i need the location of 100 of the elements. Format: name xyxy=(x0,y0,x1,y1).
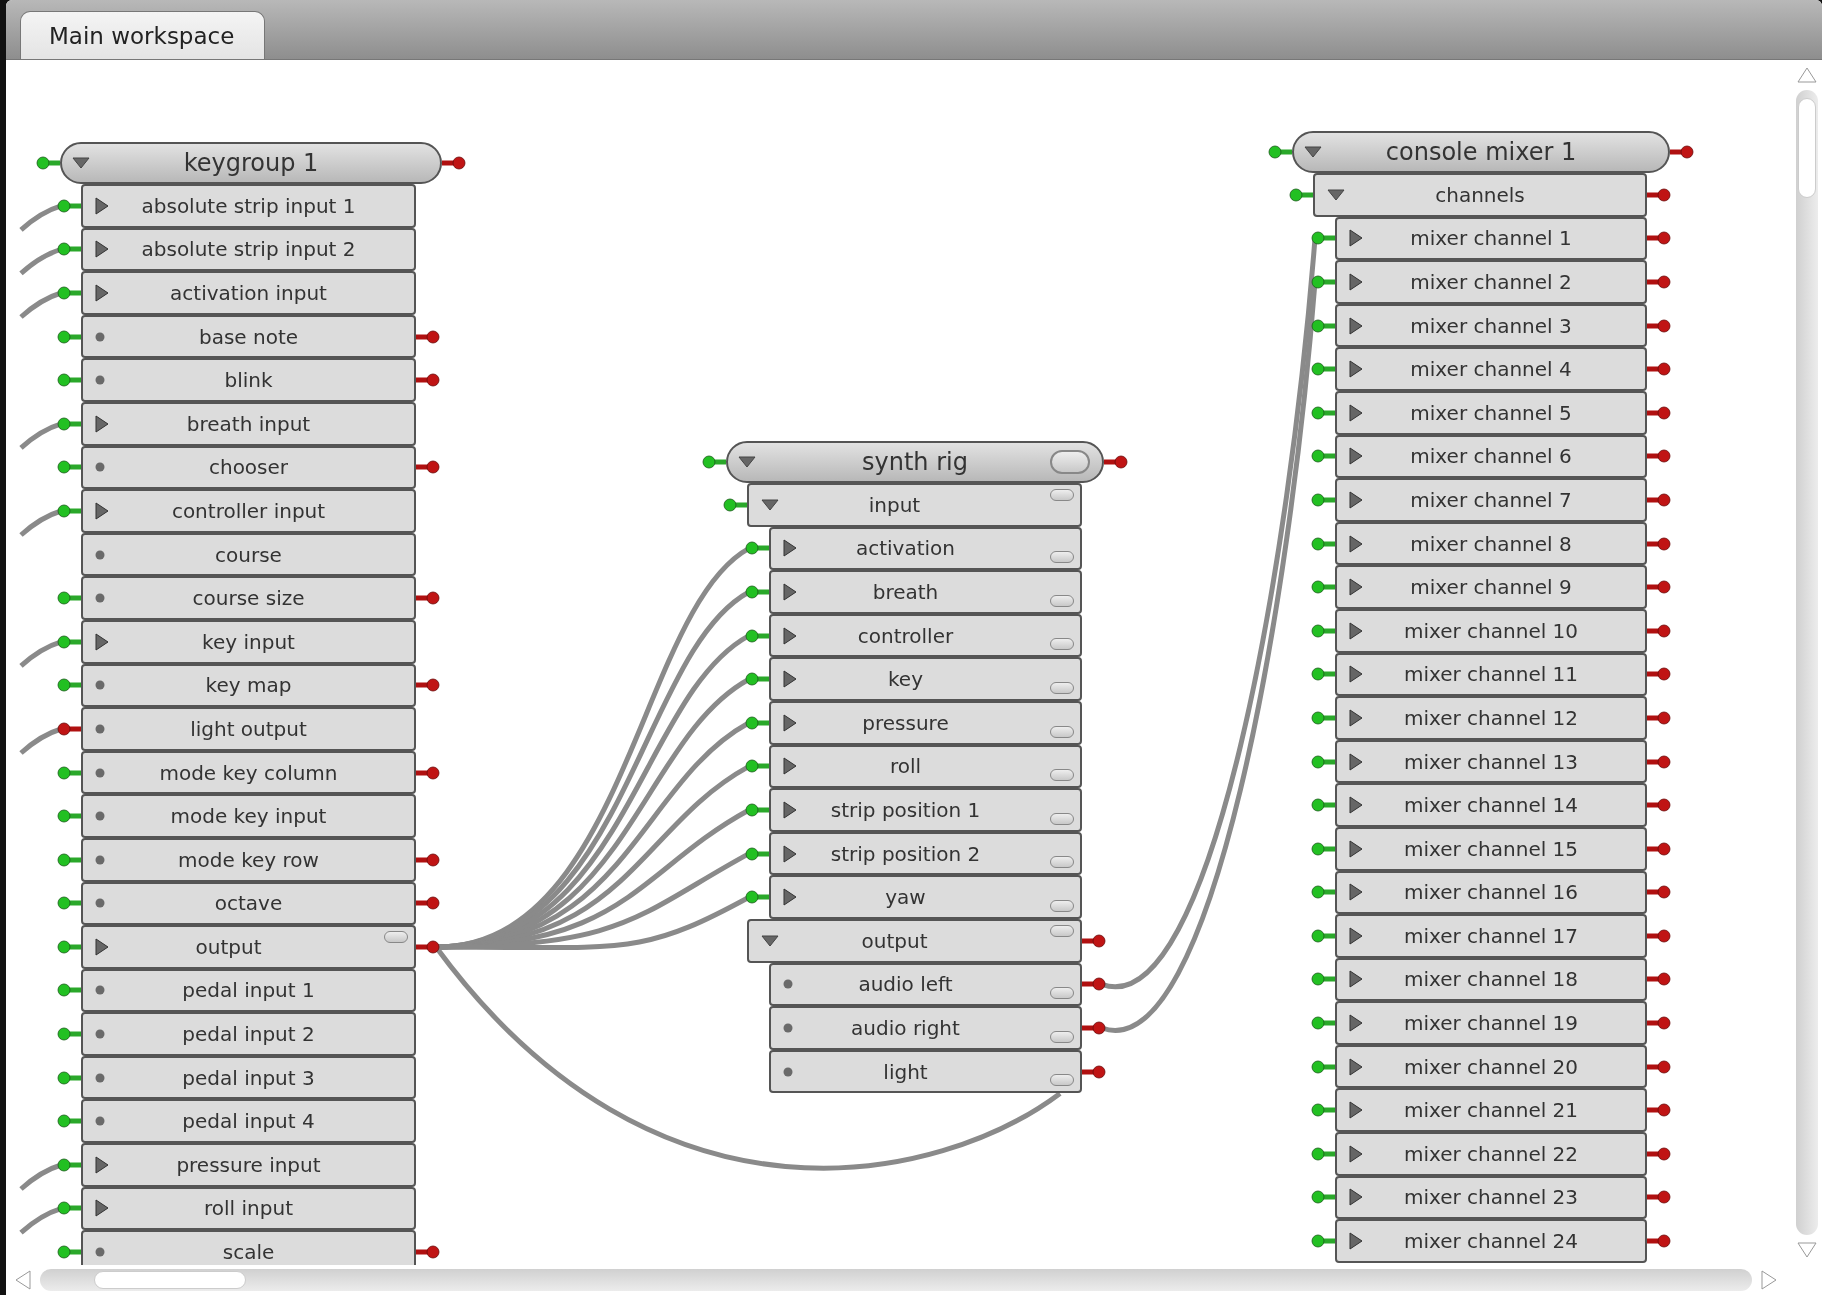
node-row[interactable]: mixer channel 3 xyxy=(1335,303,1647,348)
node-row[interactable]: mixer channel 24 xyxy=(1335,1219,1647,1263)
node-row[interactable]: audio right xyxy=(769,1006,1082,1050)
node-row[interactable]: mixer channel 12 xyxy=(1335,696,1647,740)
node-row[interactable]: pressure xyxy=(769,700,1082,745)
collapsed-triangle-icon[interactable] xyxy=(1349,1188,1363,1207)
node-row[interactable]: mixer channel 6 xyxy=(1335,434,1647,479)
port-connector-icon[interactable] xyxy=(416,591,440,606)
port-connector-icon[interactable] xyxy=(57,852,81,867)
node-row[interactable]: mode key column xyxy=(81,750,416,795)
expanded-triangle-icon[interactable] xyxy=(761,934,779,947)
node-row[interactable]: mixer channel 17 xyxy=(1335,914,1647,958)
port-connector-icon[interactable] xyxy=(57,678,81,693)
collapsed-triangle-icon[interactable] xyxy=(1349,534,1363,553)
port-connector-icon[interactable] xyxy=(1647,1016,1671,1031)
node-row[interactable]: mixer channel 10 xyxy=(1335,608,1647,653)
port-connector-icon[interactable] xyxy=(1082,1064,1106,1079)
toggle-button[interactable] xyxy=(1050,987,1074,1000)
collapsed-triangle-icon[interactable] xyxy=(95,240,109,259)
port-connector-icon[interactable] xyxy=(442,156,466,170)
collapsed-triangle-icon[interactable] xyxy=(1349,839,1363,858)
node-row[interactable]: light output xyxy=(81,707,416,751)
port-connector-icon[interactable] xyxy=(1311,710,1335,725)
port-connector-icon[interactable] xyxy=(57,1157,81,1172)
collapsed-triangle-icon[interactable] xyxy=(783,626,797,645)
port-connector-icon[interactable] xyxy=(57,809,81,824)
expanded-triangle-icon[interactable] xyxy=(738,456,756,468)
collapsed-triangle-icon[interactable] xyxy=(1349,403,1363,422)
node-row[interactable]: strip position 1 xyxy=(769,788,1082,832)
port-connector-icon[interactable] xyxy=(1311,580,1335,595)
node-row[interactable]: mixer channel 2 xyxy=(1335,260,1647,304)
node-row[interactable]: pedal input 2 xyxy=(81,1012,416,1056)
port-connector-icon[interactable] xyxy=(1647,885,1671,900)
port-connector-icon[interactable] xyxy=(1647,798,1671,813)
port-connector-icon[interactable] xyxy=(723,497,747,512)
port-connector-icon[interactable] xyxy=(1311,885,1335,900)
port-connector-icon[interactable] xyxy=(57,373,81,388)
node-row[interactable]: mixer channel 11 xyxy=(1335,652,1647,697)
port-connector-icon[interactable] xyxy=(1311,449,1335,464)
port-connector-icon[interactable] xyxy=(57,939,81,954)
port-connector-icon[interactable] xyxy=(745,890,769,905)
port-connector-icon[interactable] xyxy=(1647,928,1671,943)
node-row[interactable]: course size xyxy=(81,576,416,620)
port-connector-icon[interactable] xyxy=(416,852,440,867)
collapsed-triangle-icon[interactable] xyxy=(95,632,109,651)
node-row[interactable]: channels xyxy=(1313,173,1647,217)
port-connector-icon[interactable] xyxy=(1647,275,1671,289)
port-connector-icon[interactable] xyxy=(1311,362,1335,377)
port-connector-icon[interactable] xyxy=(1647,710,1671,725)
toggle-button[interactable] xyxy=(1050,551,1074,564)
port-connector-icon[interactable] xyxy=(1647,492,1671,507)
collapsed-triangle-icon[interactable] xyxy=(1349,1144,1363,1163)
node-header[interactable]: synth rig xyxy=(726,441,1104,483)
collapsed-triangle-icon[interactable] xyxy=(1349,708,1363,727)
node-row[interactable]: mixer channel 18 xyxy=(1335,957,1647,1002)
port-connector-icon[interactable] xyxy=(416,329,440,344)
toggle-button[interactable] xyxy=(1050,769,1074,782)
toggle-button[interactable] xyxy=(384,931,408,944)
node-row[interactable]: blink xyxy=(81,358,416,402)
collapsed-triangle-icon[interactable] xyxy=(1349,752,1363,771)
node-row[interactable]: key xyxy=(769,657,1082,701)
port-connector-icon[interactable] xyxy=(57,242,81,257)
collapsed-triangle-icon[interactable] xyxy=(1349,1014,1363,1033)
toggle-button[interactable] xyxy=(1050,594,1074,607)
expanded-triangle-icon[interactable] xyxy=(761,498,779,511)
port-connector-icon[interactable] xyxy=(57,1114,81,1129)
collapsed-triangle-icon[interactable] xyxy=(783,888,797,907)
collapsed-triangle-icon[interactable] xyxy=(1349,360,1363,379)
toggle-button[interactable] xyxy=(1050,725,1074,738)
collapsed-triangle-icon[interactable] xyxy=(783,670,797,689)
port-connector-icon[interactable] xyxy=(57,721,81,736)
node-row[interactable]: course xyxy=(81,532,416,577)
port-connector-icon[interactable] xyxy=(57,416,81,431)
expanded-triangle-icon[interactable] xyxy=(1304,146,1322,158)
port-connector-icon[interactable] xyxy=(1082,933,1106,948)
collapsed-triangle-icon[interactable] xyxy=(1349,926,1363,945)
node-row[interactable]: output xyxy=(81,925,416,969)
collapsed-triangle-icon[interactable] xyxy=(1349,796,1363,815)
node-row[interactable]: audio left xyxy=(769,962,1082,1007)
toggle-button[interactable] xyxy=(1050,924,1074,937)
port-connector-icon[interactable] xyxy=(57,634,81,649)
port-connector-icon[interactable] xyxy=(1311,405,1335,420)
collapsed-triangle-icon[interactable] xyxy=(1349,490,1363,509)
node-row[interactable]: input xyxy=(747,483,1082,527)
port-connector-icon[interactable] xyxy=(1311,1190,1335,1205)
collapsed-triangle-icon[interactable] xyxy=(95,1199,109,1218)
collapsed-triangle-icon[interactable] xyxy=(95,284,109,302)
collapsed-triangle-icon[interactable] xyxy=(95,1155,109,1174)
port-connector-icon[interactable] xyxy=(1268,145,1292,159)
collapsed-triangle-icon[interactable] xyxy=(1349,1057,1363,1076)
port-connector-icon[interactable] xyxy=(1311,1234,1335,1249)
port-connector-icon[interactable] xyxy=(1082,977,1106,992)
port-connector-icon[interactable] xyxy=(745,541,769,556)
port-connector-icon[interactable] xyxy=(416,373,440,388)
collapsed-triangle-icon[interactable] xyxy=(1349,229,1363,248)
port-connector-icon[interactable] xyxy=(1647,667,1671,682)
port-connector-icon[interactable] xyxy=(57,1070,81,1085)
port-connector-icon[interactable] xyxy=(57,1027,81,1042)
collapsed-triangle-icon[interactable] xyxy=(1349,578,1363,597)
port-connector-icon[interactable] xyxy=(1647,754,1671,769)
